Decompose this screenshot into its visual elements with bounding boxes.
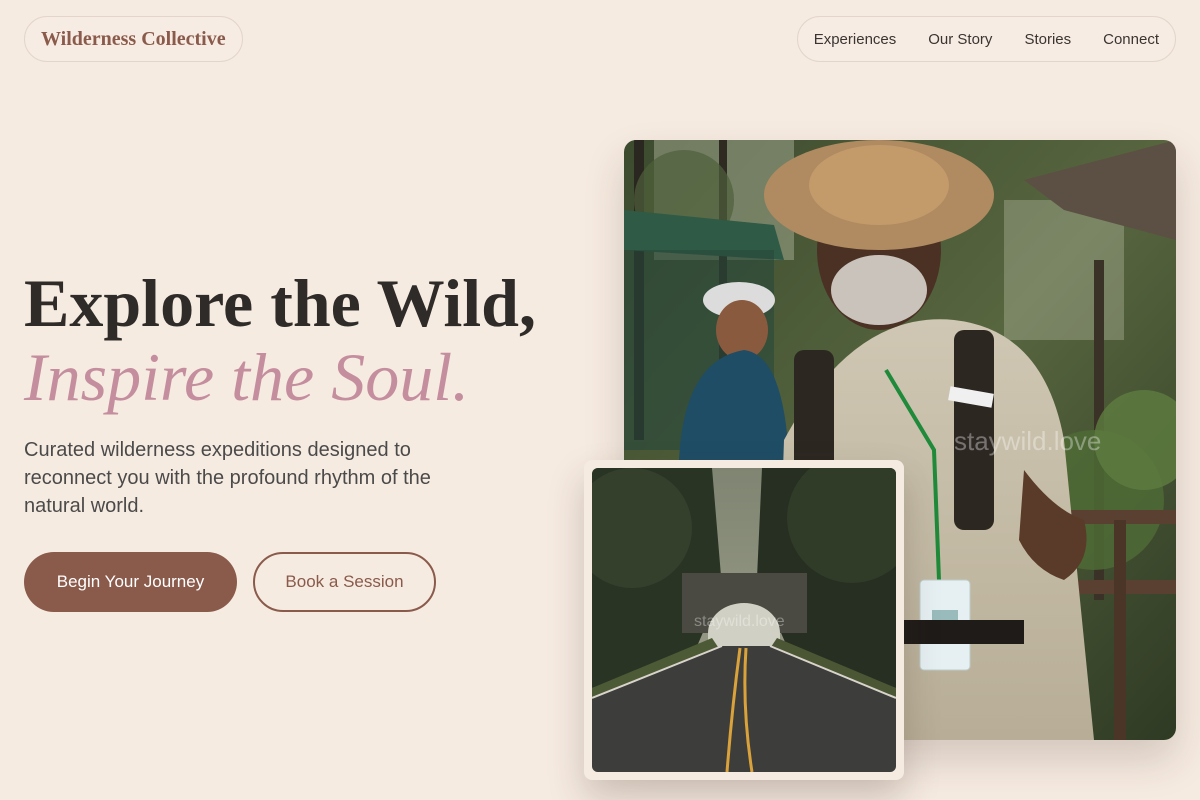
book-session-button[interactable]: Book a Session <box>253 552 436 612</box>
nav-experiences[interactable]: Experiences <box>814 31 897 48</box>
begin-journey-button[interactable]: Begin Your Journey <box>24 552 237 612</box>
nav-our-story[interactable]: Our Story <box>928 31 992 48</box>
inset-photo-road: staywild.love <box>592 468 896 772</box>
brand-logo[interactable]: Wilderness Collective <box>24 16 243 62</box>
main-nav: Experiences Our Story Stories Connect <box>796 16 1176 62</box>
hero-headline: Explore the Wild, <box>24 265 536 341</box>
hero-subheadline: Inspire the Soul. <box>24 339 470 415</box>
nav-connect[interactable]: Connect <box>1103 31 1159 48</box>
watermark-main: staywild.love <box>954 426 1101 456</box>
inset-photo-frame: staywild.love <box>584 460 904 780</box>
hero-description: Curated wilderness expeditions designed … <box>24 439 431 517</box>
nav-stories[interactable]: Stories <box>1024 31 1071 48</box>
watermark-inset: staywild.love <box>694 613 785 630</box>
